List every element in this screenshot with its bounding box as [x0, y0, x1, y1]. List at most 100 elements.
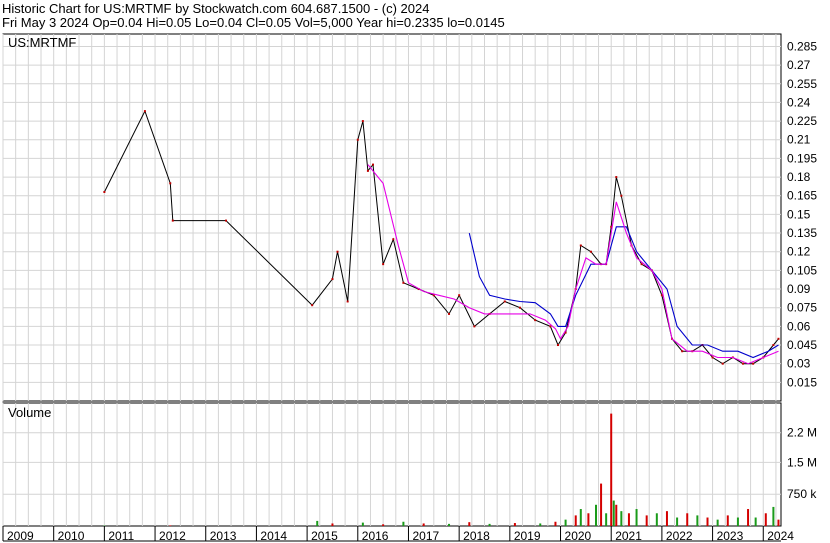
volume-tick-label: 750 k — [787, 487, 817, 501]
price-point — [448, 312, 451, 315]
price-tick-label: 0.24 — [787, 95, 811, 109]
price-point — [458, 294, 461, 297]
price-tick-label: 0.27 — [787, 58, 811, 72]
price-point — [371, 163, 374, 166]
price-point — [346, 300, 349, 303]
price-point — [103, 190, 106, 193]
volume-bar — [382, 524, 385, 526]
price-point — [331, 278, 334, 281]
volume-bar — [726, 515, 729, 526]
price-tick-label: 0.21 — [787, 133, 811, 147]
price-point — [356, 138, 359, 141]
volume-bar — [554, 521, 557, 526]
volume-bar — [665, 511, 668, 526]
volume-bar — [627, 513, 630, 526]
price-point — [392, 238, 395, 241]
price-tick-label: 0.165 — [787, 189, 817, 203]
volume-bar — [736, 517, 739, 526]
symbol-label: US:MRTMF — [8, 35, 76, 50]
volume-bar — [422, 523, 425, 526]
price-point — [721, 362, 724, 365]
volume-bar — [539, 523, 542, 526]
price-tick-label: 0.195 — [787, 151, 817, 165]
price-point — [171, 219, 174, 222]
price-point — [752, 362, 755, 365]
volume-bar — [645, 515, 648, 526]
price-point — [711, 356, 714, 359]
volume-bar — [564, 519, 567, 526]
stock-chart: 0.015 0.03 0.045 0.06 0.075 0.09 0.105 0.12 0.13… — [2, 33, 817, 543]
volume-bar — [635, 509, 638, 526]
price-point — [366, 169, 369, 172]
price-tick-label: 0.15 — [787, 207, 811, 221]
price-point — [402, 281, 405, 284]
volume-bar — [402, 521, 405, 526]
volume-bar — [754, 517, 757, 526]
volume-bar — [686, 513, 689, 526]
volume-bar — [579, 509, 582, 526]
price-point — [361, 120, 364, 123]
volume-bar — [615, 504, 618, 526]
volume-bar — [468, 522, 471, 526]
price-point — [615, 176, 618, 179]
volume-bar — [316, 520, 319, 526]
price-tick-label: 0.105 — [787, 263, 817, 277]
price-point — [589, 250, 592, 253]
price-point — [311, 304, 314, 307]
price-tick-label: 0.18 — [787, 170, 811, 184]
price-tick-label: 0.015 — [787, 375, 817, 389]
volume-bar — [488, 523, 491, 526]
volume-bar — [655, 513, 658, 526]
volume-bar — [696, 515, 699, 526]
volume-bar — [605, 513, 608, 526]
price-point — [681, 350, 684, 353]
volume-bar — [716, 519, 719, 526]
volume-bar — [595, 504, 598, 526]
volume-bar — [747, 509, 750, 526]
volume-bar — [169, 525, 172, 526]
price-tick-label: 0.03 — [787, 357, 811, 371]
price-point — [336, 250, 339, 253]
volume-tick-label: 2.2 M — [787, 426, 817, 440]
price-point — [382, 263, 385, 266]
price-point — [503, 300, 506, 303]
price-point — [534, 319, 537, 322]
price-tick-label: 0.06 — [787, 319, 811, 333]
volume-label: Volume — [8, 405, 51, 420]
price-tick-label: 0.045 — [787, 338, 817, 352]
price-point — [143, 110, 146, 113]
volume-bar — [513, 523, 516, 526]
price-tick-label: 0.255 — [787, 77, 817, 91]
price-point — [741, 362, 744, 365]
volume-bar — [620, 511, 623, 526]
price-point — [225, 219, 228, 222]
volume-bar — [706, 517, 709, 526]
price-tick-label: 0.135 — [787, 226, 817, 240]
volume-bar — [772, 506, 775, 526]
volume-grid — [2, 402, 782, 527]
volume-bar — [331, 523, 334, 526]
price-tick-label: 0.12 — [787, 245, 811, 259]
volume-bar — [610, 413, 613, 526]
volume-bar — [612, 500, 615, 526]
volume-bar — [448, 523, 451, 526]
volume-panel — [2, 402, 782, 527]
volume-tick-label: 1.5 M — [787, 455, 817, 469]
price-tick-label: 0.075 — [787, 301, 817, 315]
price-point — [640, 263, 643, 266]
price-point — [473, 325, 476, 328]
price-point — [772, 344, 775, 347]
price-point — [556, 344, 559, 347]
price-tick-label: 0.285 — [787, 39, 817, 53]
volume-bar — [600, 483, 603, 526]
price-tick-label: 0.225 — [787, 114, 817, 128]
volume-bar — [676, 517, 679, 526]
price-point — [169, 182, 172, 185]
volume-bar — [574, 515, 577, 526]
price-point — [518, 306, 521, 309]
volume-bar — [777, 519, 780, 526]
price-point — [579, 244, 582, 247]
volume-bar — [361, 522, 364, 526]
price-tick-label: 0.09 — [787, 282, 811, 296]
volume-bar — [587, 513, 590, 526]
